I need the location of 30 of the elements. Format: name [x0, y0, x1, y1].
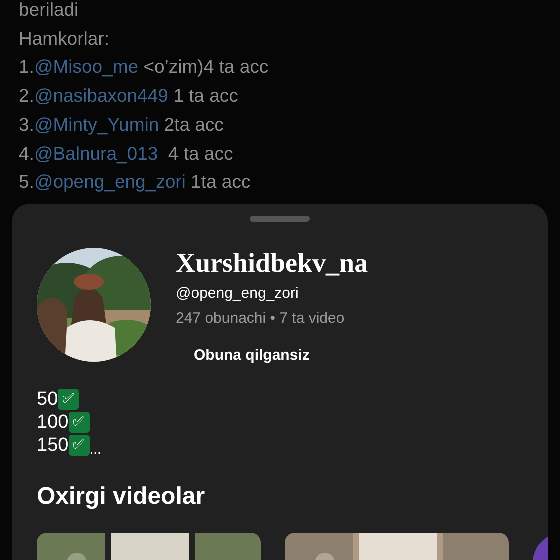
subscribe-button[interactable]: Obuna qilgansiz [182, 343, 322, 368]
channel-handle: @openg_eng_zori [176, 284, 299, 304]
channel-stats: 247 obunachi • 7 ta video [176, 309, 345, 329]
message-text: 2. [19, 85, 34, 106]
message-text: 3. [19, 114, 34, 135]
description-text: ... [90, 441, 102, 457]
check-icon: ✅ [58, 389, 80, 410]
check-icon: ✅ [68, 435, 90, 456]
section-title: Oxirgi videolar [36, 482, 206, 511]
message-text: 4 ta acc [167, 142, 234, 164]
mention-link[interactable]: @Minty_Yumin [34, 114, 160, 135]
description-text: 50 [37, 388, 58, 410]
mention-link[interactable]: @nasibaxon449 [34, 85, 168, 106]
message-text: Hamkorlar: [19, 28, 110, 49]
mention-link[interactable]: @Balnura_013 [34, 142, 158, 164]
message-text: <o’zim)4 ta acc [142, 56, 269, 78]
message-text: 1. [19, 56, 34, 78]
drag-handle[interactable] [250, 216, 310, 222]
message-text: 1ta acc [190, 171, 251, 192]
message-text: 4. [19, 142, 34, 164]
message-text: beriladi [19, 0, 79, 20]
mention-link[interactable]: @Misoo_me [34, 56, 139, 78]
check-icon: ✅ [68, 412, 90, 433]
message-text: 2ta acc [163, 114, 224, 135]
message-text: 1 ta acc [172, 85, 238, 106]
channel-name: Xurshidbekv_na [176, 247, 368, 280]
message-text: 5. [19, 171, 34, 192]
description-text: 150 [37, 434, 69, 456]
description-text: 100 [37, 412, 69, 434]
mention-link[interactable]: @openg_eng_zori [34, 171, 186, 192]
